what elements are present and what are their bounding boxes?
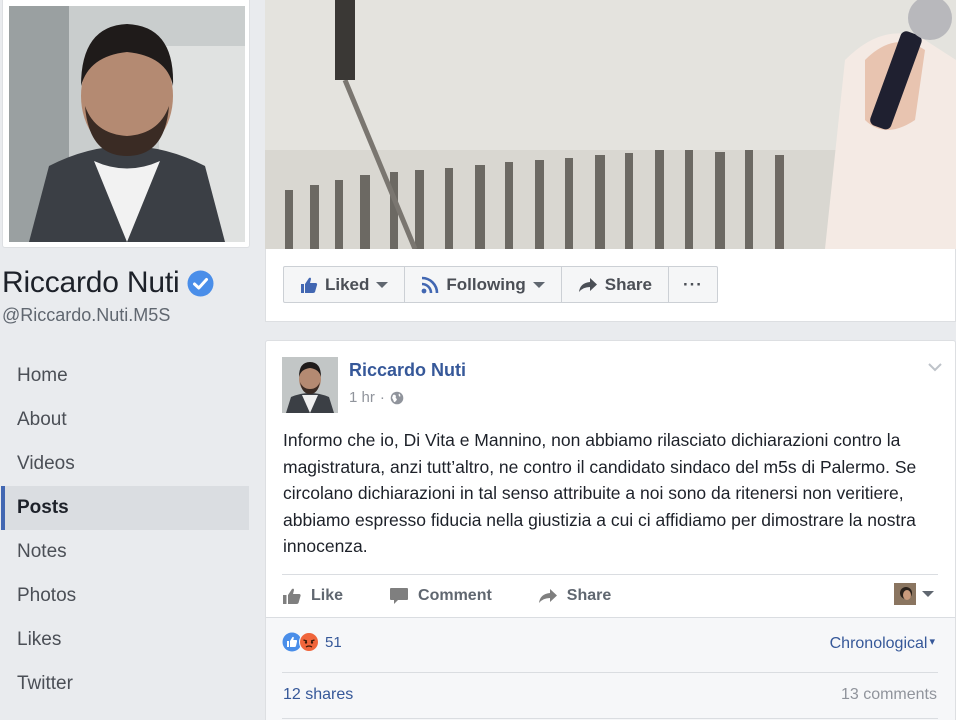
meta-separator: · bbox=[379, 389, 385, 406]
post-footer: 51 Chronological ▾ 12 shares 13 comments bbox=[266, 617, 955, 720]
chevron-down-icon bbox=[922, 591, 934, 597]
following-label: Following bbox=[446, 274, 526, 294]
comments-count-link[interactable]: 13 comments bbox=[841, 686, 937, 704]
like-label: Like bbox=[311, 586, 344, 604]
divider bbox=[282, 718, 938, 719]
thumbs-up-icon bbox=[301, 277, 318, 293]
profile-picture[interactable] bbox=[9, 6, 245, 242]
liked-label: Liked bbox=[325, 274, 370, 294]
post-action-row: Like Comment Share bbox=[282, 574, 938, 616]
globe-icon[interactable] bbox=[390, 391, 404, 405]
nav-item-twitter[interactable]: Twitter bbox=[1, 662, 249, 706]
nav-item-home[interactable]: Home bbox=[1, 354, 249, 398]
reaction-count: 51 bbox=[325, 633, 342, 651]
nav-item-photos[interactable]: Photos bbox=[1, 574, 249, 618]
sort-label: Chronological bbox=[829, 635, 928, 652]
post-body-text: Informo che io, Di Vita e Mannino, non a… bbox=[283, 430, 917, 556]
nav-item-notes[interactable]: Notes bbox=[1, 530, 249, 574]
nav-item-posts[interactable]: Posts bbox=[1, 486, 249, 530]
liked-button[interactable]: Liked bbox=[284, 267, 406, 302]
share-label: Share bbox=[604, 274, 652, 294]
cover-photo[interactable] bbox=[265, 0, 956, 249]
nav-item-likes[interactable]: Likes bbox=[1, 618, 249, 662]
left-column: Riccardo Nuti @Riccardo.Nuti.M5S Home Ab… bbox=[0, 0, 252, 720]
reaction-summary[interactable]: 51 bbox=[282, 632, 342, 652]
comment-button[interactable]: Comment bbox=[389, 587, 492, 605]
share-page-button[interactable]: Share bbox=[562, 267, 669, 302]
post-author-avatar[interactable] bbox=[282, 357, 338, 413]
angry-reaction-icon bbox=[299, 632, 319, 652]
divider bbox=[282, 672, 938, 673]
chevron-down-icon: ▾ bbox=[929, 636, 935, 648]
post-card: Riccardo Nuti 1 hr · Informo che io, Di … bbox=[265, 340, 956, 720]
rss-icon bbox=[422, 276, 439, 293]
comment-icon bbox=[390, 587, 409, 604]
shares-count-link[interactable]: 12 shares bbox=[283, 686, 353, 704]
comment-label: Comment bbox=[418, 586, 492, 604]
comment-sort-selector[interactable]: Chronological ▾ bbox=[830, 635, 935, 653]
page-name[interactable]: Riccardo Nuti bbox=[2, 266, 180, 300]
post-timestamp[interactable]: 1 hr bbox=[349, 389, 375, 406]
nav-item-videos[interactable]: Videos bbox=[1, 442, 249, 486]
react-as-selector[interactable] bbox=[894, 583, 934, 605]
following-button[interactable]: Following bbox=[405, 267, 562, 302]
page-action-bar: Liked Following Share ··· bbox=[265, 249, 956, 322]
action-button-group: Liked Following Share ··· bbox=[283, 266, 718, 303]
thumbs-up-icon bbox=[283, 588, 301, 604]
share-button[interactable]: Share bbox=[538, 587, 611, 605]
chevron-down-icon bbox=[376, 281, 389, 288]
more-options-button[interactable]: ··· bbox=[669, 267, 717, 302]
page-username[interactable]: @Riccardo.Nuti.M5S bbox=[2, 305, 170, 326]
page-name-row: Riccardo Nuti bbox=[2, 266, 214, 300]
share-arrow-icon bbox=[538, 588, 557, 603]
more-icon: ··· bbox=[682, 274, 703, 294]
post-author-name[interactable]: Riccardo Nuti bbox=[349, 360, 466, 381]
acting-as-avatar bbox=[894, 583, 916, 605]
nav-item-about[interactable]: About bbox=[1, 398, 249, 442]
like-button[interactable]: Like bbox=[282, 587, 343, 605]
verified-badge-icon bbox=[187, 270, 214, 297]
share-arrow-icon bbox=[578, 277, 597, 292]
chevron-down-icon[interactable] bbox=[927, 359, 943, 375]
profile-picture-frame[interactable] bbox=[2, 0, 250, 248]
post-meta: 1 hr · bbox=[349, 389, 404, 406]
page-navigation: Home About Videos Posts Notes Photos Lik… bbox=[0, 354, 249, 706]
chevron-down-icon bbox=[532, 281, 545, 288]
share-label: Share bbox=[566, 586, 612, 604]
